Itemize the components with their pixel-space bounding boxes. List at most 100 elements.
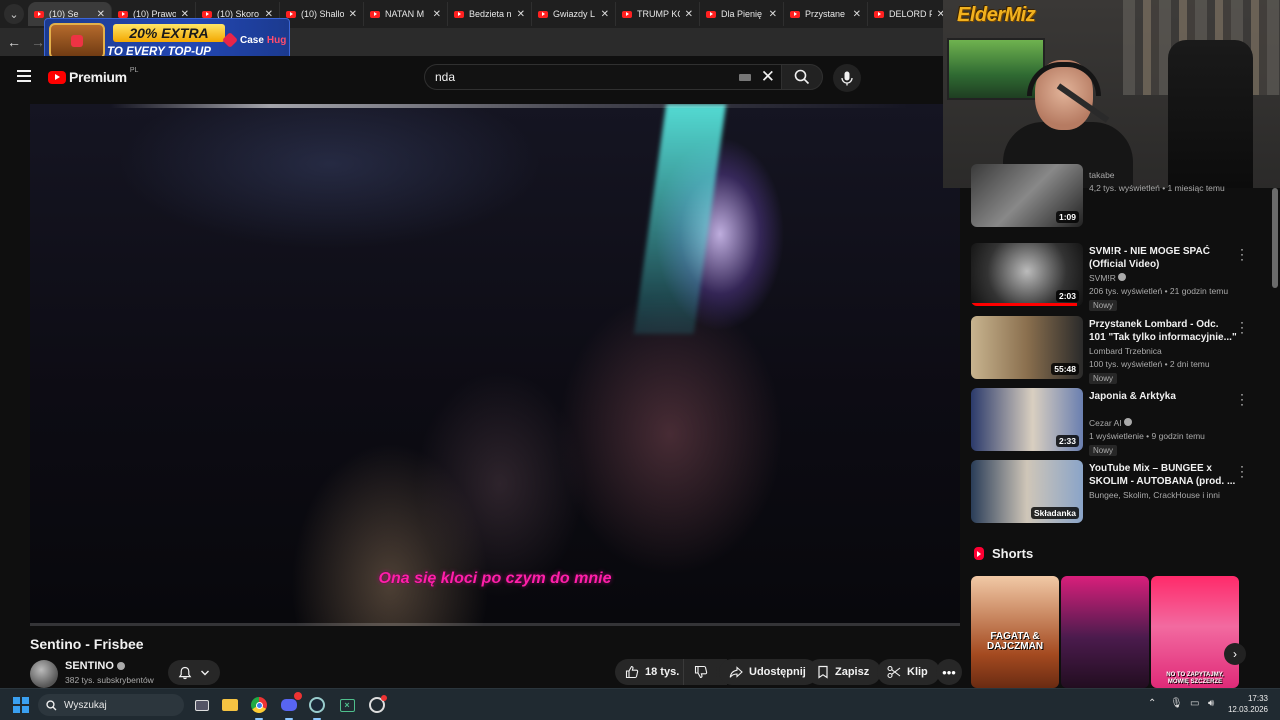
video-channel[interactable]: takabe [1089,170,1115,181]
close-tab-icon[interactable]: ✕ [769,9,777,20]
browser-tab[interactable]: TRUMP KO ✕ [616,2,700,26]
youtube-favicon-icon [538,10,548,18]
short-video[interactable] [1061,576,1149,688]
recommended-video[interactable]: Składanka YouTube Mix – BUNGEE x SKOLIM -… [971,460,1271,524]
video-channel[interactable]: Lombard Trzebnica [1089,346,1162,357]
video-channel[interactable]: Bungee, Skolim, CrackHouse i inni [1089,490,1220,501]
video-title[interactable]: SVM!R - NIE MOGE SPAĆ (Official Video) [1089,245,1237,271]
tab-title: Przystane [805,9,846,19]
video-title[interactable]: YouTube Mix – BUNGEE x SKOLIM - AUTOBANA… [1089,462,1237,488]
recommended-video[interactable]: 2:03 SVM!R - NIE MOGE SPAĆ (Official Vide… [971,243,1271,311]
more-options-icon[interactable]: · · · [1237,460,1247,482]
clear-search-icon[interactable]: ✕ [761,67,775,87]
windows-taskbar: Wyszukaj × ⌃ 🎙︎ ▭ 🔊︎ 17:33 12.03.2026 [0,688,1280,720]
video-thumbnail[interactable]: 2:33 [971,388,1083,451]
video-thumbnail[interactable]: Składanka [971,460,1083,523]
youtube-premium-logo[interactable]: Premium PL [48,66,139,85]
chrome-icon[interactable] [249,695,269,720]
logo-region: PL [129,66,139,74]
chevron-right-icon[interactable]: › [1224,643,1246,665]
task-view-icon[interactable] [192,695,212,715]
close-tab-icon[interactable]: ✕ [853,9,861,20]
thumbs-down-icon [694,665,708,679]
video-thumbnail[interactable]: 55:48 [971,316,1083,379]
youtube-play-icon [48,70,66,84]
video-progress-bar[interactable] [30,623,960,626]
browser-tab[interactable]: DELORD P✕ [868,2,943,26]
sidebar-scrollbar[interactable] [1272,188,1278,288]
shorts-title: Shorts [992,546,1034,561]
short-video[interactable]: FAGATA & DAJCZMAN [971,576,1059,688]
close-tab-icon[interactable]: ✕ [433,9,441,20]
search-icon [46,699,57,710]
video-duration: 55:48 [1051,363,1079,375]
taskbar-search[interactable]: Wyszukaj [38,694,184,716]
recommended-video[interactable]: 1:09 takabe 4,2 tys. wyświetleń • 1 miesią… [971,164,1271,228]
video-channel[interactable]: SVM!R [1089,273,1127,284]
more-options-icon[interactable]: · · · [1237,316,1247,338]
chevron-down-icon [201,670,209,675]
video-duration: Składanka [1030,507,1079,519]
share-icon [729,666,743,678]
close-tab-icon[interactable]: ✕ [517,9,525,20]
file-explorer-icon[interactable] [220,695,240,715]
ceiling-light [110,104,910,108]
youtube-favicon-icon [706,10,716,18]
close-tab-icon[interactable]: ✕ [601,9,609,20]
recommended-video[interactable]: 55:48 Przystanek Lombard - Odc. 101 "Tak … [971,316,1271,384]
video-channel[interactable]: Cezar AI [1089,418,1132,429]
windows-start-icon[interactable] [13,697,29,713]
video-thumbnail[interactable]: 2:03 [971,243,1083,306]
microphone-tray-icon[interactable]: 🎙︎ [1170,698,1183,709]
channel-avatar[interactable] [30,660,58,688]
short-video[interactable]: NO TO ZAPYTAJMY, MÓWIĘ SZCZERZE [1151,576,1239,688]
bookmark-icon [818,665,828,679]
obs-icon[interactable] [367,695,387,715]
back-arrow-icon[interactable]: ← [6,34,22,50]
system-clock[interactable]: 17:33 12.03.2026 [1226,693,1268,715]
volume-icon[interactable]: 🔊︎ [1208,698,1214,709]
tray-chevron-up-icon[interactable]: ⌃ [1148,698,1156,709]
dislike-button[interactable] [683,659,717,685]
thumbs-up-icon [625,665,639,679]
notification-button[interactable] [168,660,220,685]
keyboard-icon[interactable] [739,74,751,81]
youtube-favicon-icon [286,10,296,18]
close-tab-icon[interactable]: ✕ [685,9,693,20]
search-button[interactable] [781,64,823,90]
browser-tab[interactable]: (10) Shallo ✕ [280,2,364,26]
video-title: Sentino - Frisbee [30,636,144,652]
video-player[interactable]: Ona się kloci po czym do mnie [30,104,960,626]
youtube-favicon-icon [118,10,128,18]
browser-tab[interactable]: NATAN M ✕ [364,2,448,26]
search-input[interactable]: nda ✕ [424,64,781,90]
channel-name[interactable]: SENTINO [65,660,125,672]
video-title[interactable]: Japonia & Arktyka [1089,390,1237,403]
tab-search-chevron-icon[interactable]: ⌄ [4,4,24,24]
more-actions-icon[interactable]: ••• [936,659,962,685]
share-button[interactable]: Udostępnij [719,659,818,685]
excel-icon[interactable]: × [337,695,357,715]
browser-tab[interactable]: Bedzieta n ✕ [448,2,532,26]
browser-tab[interactable]: Przystane ✕ [784,2,868,26]
close-tab-icon[interactable]: ✕ [349,9,357,20]
short-caption: NO TO ZAPYTAJMY, MÓWIĘ SZCZERZE [1166,672,1224,685]
browser-tab[interactable]: Gwiazdy L ✕ [532,2,616,26]
voice-search-button[interactable] [833,64,861,92]
network-icon[interactable]: ▭ [1190,698,1199,709]
menu-icon[interactable] [17,70,31,82]
clip-button[interactable]: Klip [877,659,940,685]
save-button[interactable]: Zapisz [807,659,882,685]
video-title[interactable]: Przystanek Lombard - Odc. 101 "Tak tylko… [1089,318,1237,344]
recommended-video[interactable]: 2:33 Japonia & Arktyka Cezar AI 1 wyświetl… [971,388,1271,456]
steam-icon[interactable] [307,695,327,720]
video-thumbnail[interactable]: 1:09 [971,164,1083,227]
ad-brand-a: Case [240,34,264,46]
browser-tab[interactable]: Dla Pienię ✕ [700,2,784,26]
youtube-favicon-icon [454,10,464,18]
new-badge: Nowy [1089,445,1118,456]
more-options-icon[interactable]: · · · [1237,388,1247,410]
discord-icon[interactable] [279,692,302,720]
more-options-icon[interactable]: · · · [1237,243,1247,265]
search-icon [794,69,810,85]
